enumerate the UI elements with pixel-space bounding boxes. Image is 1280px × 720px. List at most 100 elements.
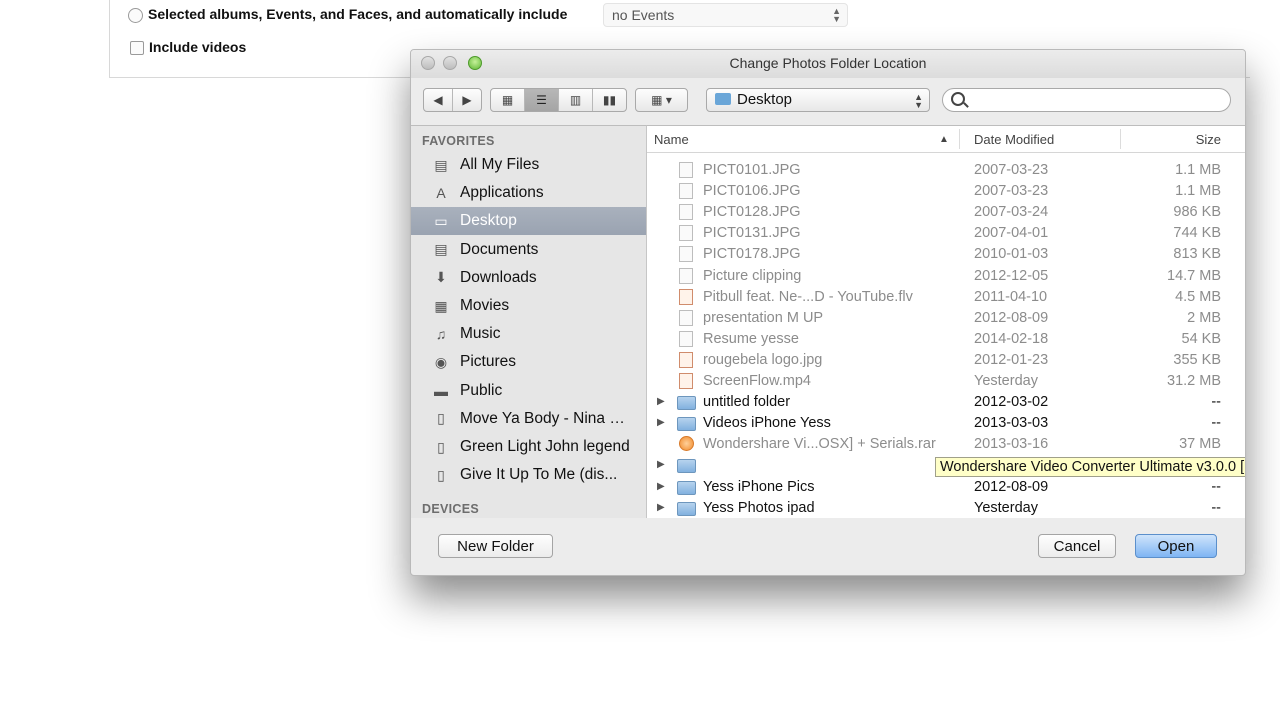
file-date: 2011-04-10 <box>974 288 1048 305</box>
sidebar-item[interactable]: A Applications <box>411 179 646 207</box>
file-date: Yesterday <box>974 373 1038 389</box>
icon-view-icon: ▦ <box>501 93 514 107</box>
sort-ascending-icon: ▲ <box>939 134 949 145</box>
file-row[interactable]: Wondershare Vi...OSX] + Serials.rar 2013-… <box>647 434 1245 455</box>
open-button[interactable]: Open <box>1135 534 1217 558</box>
selected-albums-radio[interactable] <box>128 8 143 23</box>
sidebar-item-label: Green Light John legend <box>460 438 630 455</box>
file-date: 2012-01-23 <box>974 351 1049 368</box>
file-name: untitled folder <box>703 394 791 411</box>
sidebar-item-label: All My Files <box>460 156 540 173</box>
file-size: 355 KB <box>1173 351 1221 368</box>
sidebar-item-label: Pictures <box>460 353 516 371</box>
file-row[interactable]: PICT0101.JPG 2007-03-23 1.1 MB <box>647 160 1245 181</box>
name-column-header[interactable]: Name <box>654 132 689 147</box>
column-view-icon: ▥ <box>569 93 582 107</box>
folder-icon <box>677 480 696 495</box>
document-icon: ▯ <box>437 466 445 483</box>
list-view-button[interactable]: ☰ <box>525 89 559 111</box>
sidebar-item[interactable]: ▯ Give It Up To Me (dis... <box>411 461 646 489</box>
file-name: PICT0131.JPG <box>703 225 801 242</box>
sidebar: FAVORITES ▤ All My Files A Applications ▭ Des… <box>411 125 647 518</box>
file-row[interactable]: ▶ Videos iPhone Yess 2013-03-03 -- <box>647 413 1245 434</box>
column-view-button[interactable]: ▥ <box>559 89 593 111</box>
sidebar-item-label: Music <box>460 325 501 343</box>
file-row[interactable]: Pitbull feat. Ne-...D - YouTube.flv 2011-… <box>647 287 1245 308</box>
sidebar-item-label: Move Ya Body - Nina Sky ft. Jabba <box>460 409 635 427</box>
sidebar-item[interactable]: ▭ Desktop <box>411 207 646 236</box>
sidebar-item[interactable]: ▦ Movies <box>411 292 646 320</box>
arrange-icon: ▦ ▾ <box>651 93 672 107</box>
archive-icon <box>679 436 694 452</box>
file-row[interactable]: Resume yesse 2014-02-18 54 KB <box>647 329 1245 350</box>
file-date: Yesterday <box>974 499 1038 516</box>
file-row[interactable]: ScreenFlow.mp4 Yesterday 31.2 MB <box>647 371 1245 392</box>
icon-view-button[interactable]: ▦ <box>491 89 525 111</box>
file-size: 31.2 MB <box>1167 373 1221 389</box>
selected-albums-label: Selected albums, Events, and Faces, and … <box>148 6 568 22</box>
file-date: 2013-03-03 <box>974 415 1049 432</box>
file-icon <box>679 351 693 368</box>
file-row[interactable]: ▶ Yess iPhone Pics 2012-08-09 -- <box>647 477 1245 498</box>
size-column-header[interactable]: Size <box>1196 132 1221 147</box>
devices-header: DEVICES <box>422 502 479 516</box>
file-row[interactable]: PICT0128.JPG 2007-03-24 986 KB <box>647 202 1245 223</box>
downloads-icon: ⬇ <box>435 269 447 286</box>
sidebar-item[interactable]: ▤ All My Files <box>411 151 646 179</box>
date-column-header[interactable]: Date Modified <box>974 132 1054 147</box>
cancel-button[interactable]: Cancel <box>1038 534 1116 558</box>
disclosure-triangle-icon[interactable]: ▶ <box>657 396 665 407</box>
sidebar-item[interactable]: ⬇ Downloads <box>411 264 646 292</box>
file-name: Yess Photos ipad <box>703 499 815 516</box>
forward-button[interactable]: ▶ <box>453 89 481 111</box>
disclosure-triangle-icon[interactable]: ▶ <box>657 481 665 492</box>
file-row[interactable]: ▶ untitled folder 2012-03-02 -- <box>647 392 1245 413</box>
disclosure-triangle-icon[interactable]: ▶ <box>657 417 665 428</box>
file-row[interactable]: rougebela logo.jpg 2012-01-23 355 KB <box>647 350 1245 371</box>
sidebar-item[interactable]: ◉ Pictures <box>411 348 646 376</box>
file-row[interactable]: Picture clipping 2012-12-05 14.7 MB <box>647 266 1245 287</box>
document-icon: ▯ <box>437 410 445 427</box>
file-row[interactable]: presentation M UP 2012-08-09 2 MB <box>647 308 1245 329</box>
file-list: Name ▲ Date Modified Size PICT0101.JPG 20… <box>647 125 1245 518</box>
music-icon: ♫ <box>435 326 447 343</box>
file-date: 2013-03-16 <box>974 436 1049 453</box>
disclosure-triangle-icon[interactable]: ▶ <box>657 502 665 513</box>
sidebar-item[interactable]: ♫ Music <box>411 320 646 348</box>
coverflow-view-button[interactable]: ▮▮ <box>593 89 626 111</box>
file-name: ScreenFlow.mp4 <box>703 373 811 389</box>
file-icon <box>679 204 693 221</box>
back-button[interactable]: ◀ <box>424 89 453 111</box>
file-row[interactable]: PICT0106.JPG 2007-03-23 1.1 MB <box>647 181 1245 202</box>
sidebar-item[interactable]: ▤ Documents <box>411 236 646 264</box>
file-size: 813 KB <box>1173 246 1221 263</box>
file-size: 14.7 MB <box>1167 267 1221 284</box>
arrange-button[interactable]: ▦ ▾ <box>635 88 688 112</box>
search-icon <box>951 92 965 106</box>
folder-icon <box>677 459 696 474</box>
location-popup[interactable]: Desktop ▲ ▼ <box>706 88 930 112</box>
sidebar-item-label: Desktop <box>460 212 517 230</box>
all-files-icon: ▤ <box>434 156 448 173</box>
sidebar-item[interactable]: ▯ Move Ya Body - Nina Sky ft. Jabba <box>411 405 646 433</box>
popup-arrows-icon: ▲ ▼ <box>914 92 923 110</box>
file-row[interactable]: PICT0178.JPG 2010-01-03 813 KB <box>647 244 1245 265</box>
file-name: PICT0178.JPG <box>703 246 801 263</box>
search-field[interactable] <box>942 88 1231 112</box>
folder-icon: ▬ <box>434 382 448 399</box>
file-row[interactable]: ▶ Yess Photos ipad Yesterday -- <box>647 498 1245 518</box>
file-name: Resume yesse <box>703 330 799 347</box>
file-row[interactable]: PICT0131.JPG 2007-04-01 744 KB <box>647 223 1245 244</box>
sidebar-item[interactable]: ▬ Public <box>411 377 646 405</box>
file-name: PICT0128.JPG <box>703 204 801 221</box>
file-date: 2012-08-09 <box>974 309 1049 326</box>
file-size: -- <box>1211 478 1221 495</box>
sidebar-item[interactable]: ▯ Green Light John legend <box>411 433 646 461</box>
file-date: 2007-03-23 <box>974 162 1049 178</box>
file-size: -- <box>1211 499 1221 516</box>
disclosure-triangle-icon[interactable]: ▶ <box>657 459 665 470</box>
file-size: 2 MB <box>1187 309 1221 326</box>
new-folder-button[interactable]: New Folder <box>438 534 553 558</box>
events-select[interactable]: no Events ▲ ▼ <box>603 3 848 27</box>
include-videos-checkbox[interactable] <box>130 41 144 55</box>
